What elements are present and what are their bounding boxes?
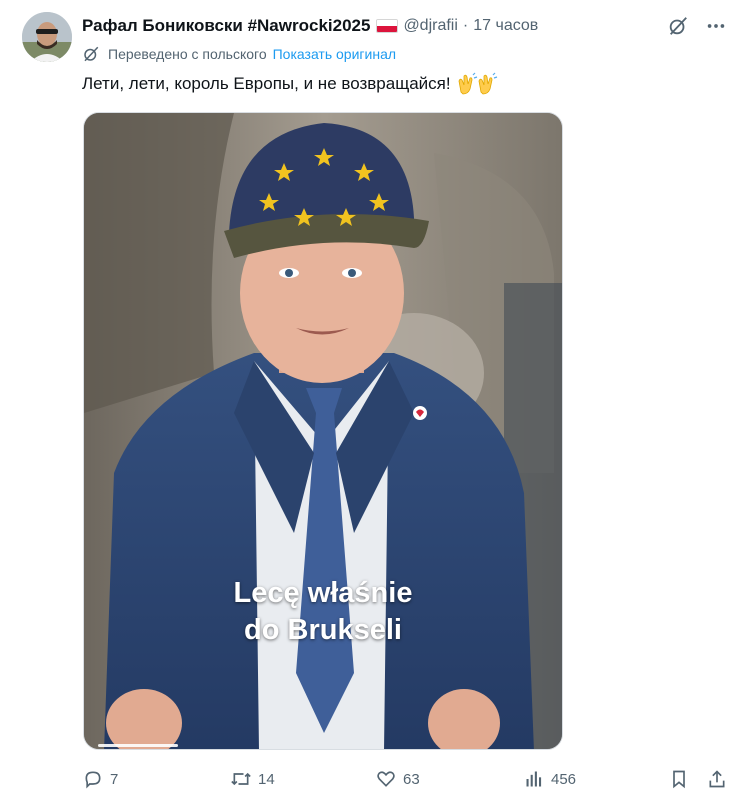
share-button[interactable] [706, 764, 734, 794]
show-original-link[interactable]: Показать оригинал [273, 46, 396, 62]
more-options-icon[interactable] [704, 14, 728, 38]
video-frame [84, 113, 562, 749]
avatar[interactable] [22, 12, 72, 62]
post-time[interactable]: 17 часов [473, 17, 538, 35]
heart-icon [375, 768, 397, 790]
like-count: 63 [403, 770, 420, 788]
grok-icon[interactable] [666, 14, 690, 38]
reply-button[interactable]: 7 [82, 764, 118, 794]
video-progress-bar[interactable] [98, 744, 178, 747]
translation-notice: Переведено с польского Показать оригинал [82, 45, 396, 63]
views-chart-icon [523, 768, 545, 790]
post-header: Рафал Бониковски #Nawrocki2025 @djrafii … [82, 14, 728, 38]
avatar-image [22, 12, 72, 62]
reply-icon [82, 768, 104, 790]
reply-count: 7 [110, 770, 119, 788]
video-caption: Lecę właśnie do Brukseli [84, 575, 562, 649]
repost-count: 14 [258, 770, 275, 788]
video-caption-line1: Lecę właśnie [233, 577, 413, 609]
repost-button[interactable]: 14 [230, 764, 275, 794]
author-name[interactable]: Рафал Бониковски #Nawrocki2025 [82, 16, 370, 36]
separator-dot: · [462, 17, 469, 34]
header-actions [666, 14, 728, 38]
translate-icon [82, 45, 100, 63]
clapping-hands-emoji [455, 72, 501, 96]
translated-label: Переведено с польского [108, 46, 267, 62]
views-button[interactable]: 456 [523, 764, 576, 794]
action-bar: 7 14 63 456 [82, 764, 732, 794]
bookmark-icon [668, 768, 690, 790]
like-button[interactable]: 63 [375, 764, 420, 794]
post-video[interactable]: Lecę właśnie do Brukseli [83, 112, 563, 750]
repost-icon [230, 768, 252, 790]
poland-flag-icon [376, 19, 399, 33]
author-handle[interactable]: @djrafii [403, 17, 457, 35]
post-text: Лети, лети, король Европы, и не возвраща… [82, 74, 451, 93]
share-icon [706, 768, 728, 790]
bookmark-button[interactable] [668, 764, 696, 794]
views-count: 456 [551, 770, 577, 788]
video-caption-line2: do Brukseli [244, 614, 402, 646]
post-text-row: Лети, лети, король Европы, и не возвраща… [82, 72, 501, 96]
